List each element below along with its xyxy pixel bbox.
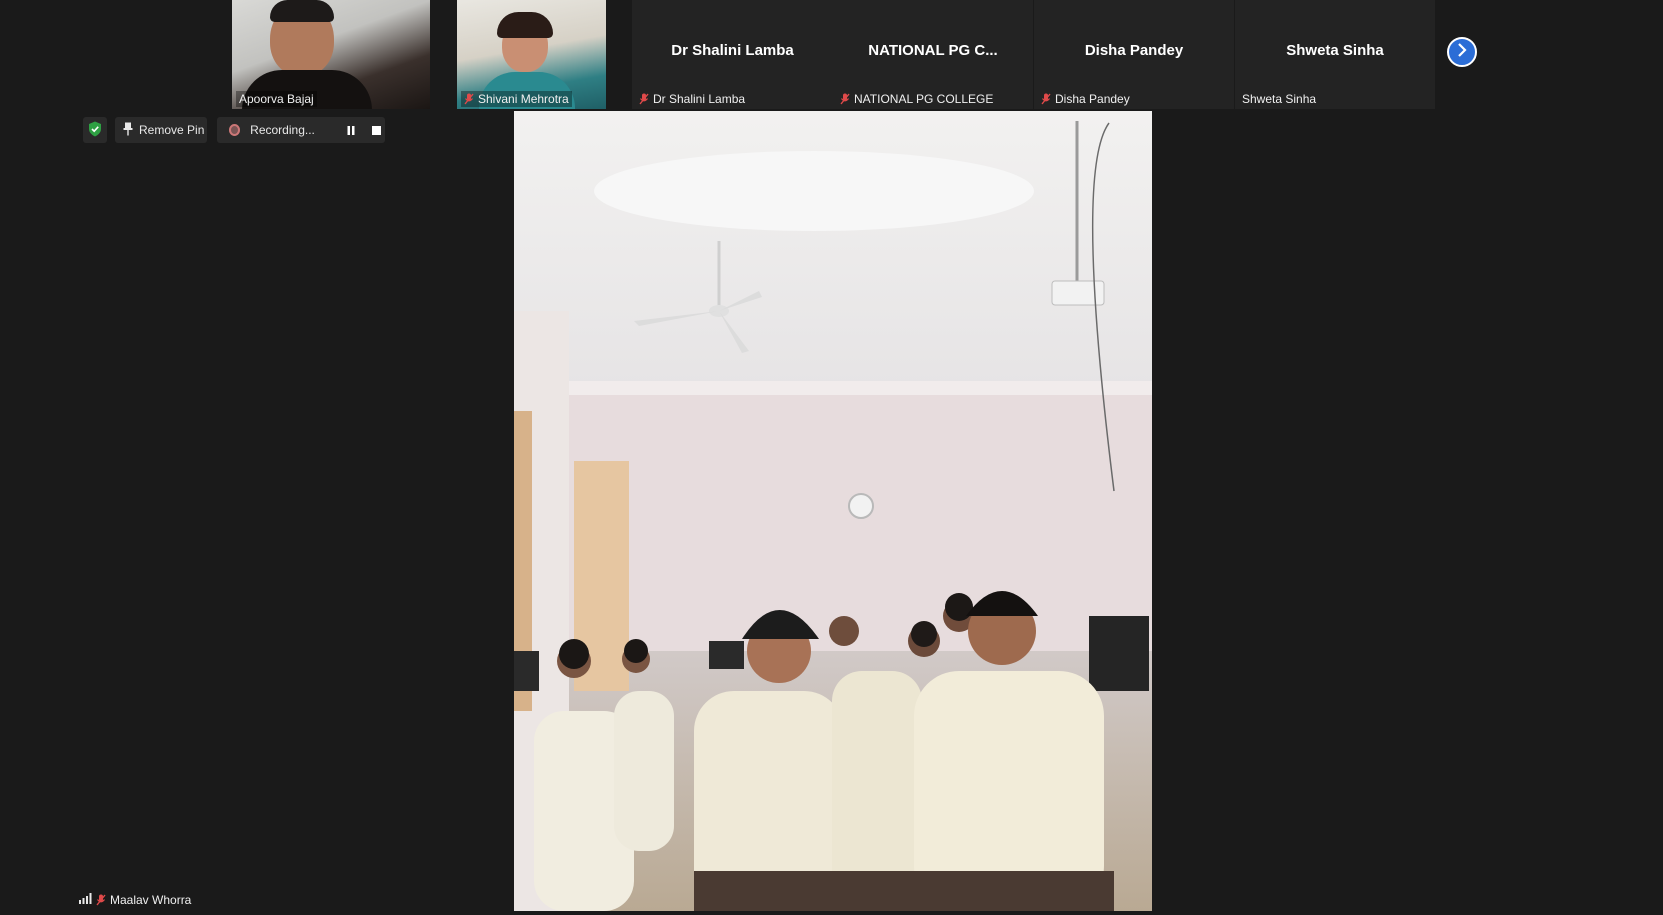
participant-tile-dr-shalini-lamba[interactable]: Dr Shalini Lamba Dr Shalini Lamba — [632, 0, 833, 109]
mic-muted-icon — [464, 93, 474, 105]
mic-muted-icon — [840, 93, 850, 105]
participant-tile-disha-pandey[interactable]: Disha Pandey Disha Pandey — [1034, 0, 1234, 109]
pause-icon — [347, 125, 355, 135]
remove-pin-button[interactable]: Remove Pin — [115, 117, 207, 143]
participant-tile-national-pg-college[interactable]: NATIONAL PG C... NATIONAL PG COLLEGE — [833, 0, 1033, 109]
mic-muted-icon — [96, 894, 106, 906]
next-page-button[interactable] — [1447, 37, 1477, 67]
recording-status: Recording... — [217, 117, 385, 143]
record-icon — [229, 124, 241, 136]
participant-name-label: Dr Shalini Lamba — [636, 91, 748, 107]
participant-name-label: NATIONAL PG COLLEGE — [837, 91, 996, 107]
signal-icon — [79, 893, 92, 907]
remove-pin-label: Remove Pin — [139, 123, 205, 137]
recording-label: Recording... — [250, 123, 315, 137]
pinned-participant-label: Maalav Whorra — [79, 893, 191, 907]
participant-tile-apoorva-bajaj[interactable]: Apoorva Bajaj — [232, 0, 430, 109]
participant-display-name: Shweta Sinha — [1286, 42, 1384, 59]
participant-display-name: NATIONAL PG C... — [868, 42, 998, 59]
participant-name-label: Shivani Mehrotra — [461, 91, 572, 107]
stop-icon — [372, 125, 382, 135]
chevron-right-icon — [1456, 42, 1468, 62]
participant-display-name: Disha Pandey — [1084, 42, 1184, 59]
pin-icon — [123, 122, 133, 139]
participant-name-label: Apoorva Bajaj — [236, 91, 317, 107]
mic-muted-icon — [1041, 93, 1051, 105]
pinned-video-feed — [514, 111, 1152, 911]
stop-recording-button[interactable] — [369, 121, 385, 139]
speaker-name: Maalav Whorra — [110, 893, 192, 907]
participant-name-label: Disha Pandey — [1038, 91, 1133, 107]
classroom-scene — [514, 121, 1152, 911]
participant-tile-shweta-sinha[interactable]: Shweta Sinha Shweta Sinha — [1235, 0, 1435, 109]
security-shield-button[interactable] — [83, 117, 107, 143]
participant-strip: Apoorva Bajaj Shivani Mehrotra Dr Shalin… — [0, 0, 1663, 109]
mic-muted-icon — [639, 93, 649, 105]
shield-check-icon — [88, 121, 102, 140]
participant-name-label: Shweta Sinha — [1242, 92, 1317, 106]
participant-display-name: Dr Shalini Lamba — [671, 42, 794, 59]
participant-tile-shivani-mehrotra[interactable]: Shivani Mehrotra — [457, 0, 606, 109]
pause-recording-button[interactable] — [343, 121, 359, 139]
